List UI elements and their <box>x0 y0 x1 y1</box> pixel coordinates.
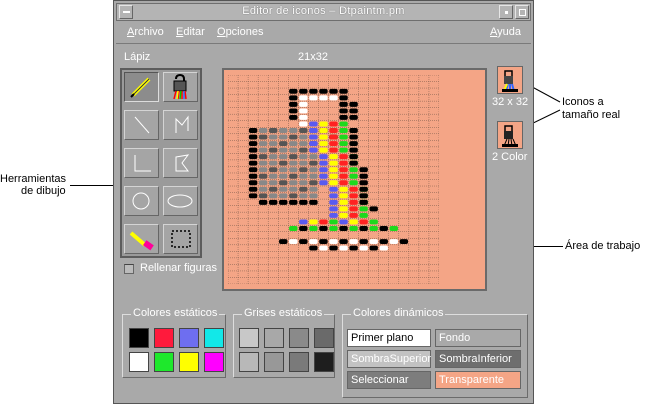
circle-tool-icon[interactable] <box>124 186 159 216</box>
dynamic-color-button[interactable]: Primer plano <box>347 329 431 347</box>
static-grays-label: Grises estáticos <box>242 307 325 319</box>
static-gray-swatch[interactable] <box>264 352 284 372</box>
menu-editar[interactable]: Editar <box>176 26 205 38</box>
dynamic-color-button[interactable]: Fondo <box>435 329 521 347</box>
polygon-tool-icon[interactable] <box>163 148 198 178</box>
menu-opciones[interactable]: Opciones <box>217 26 263 38</box>
paint-bucket-tool-icon[interactable] <box>163 72 198 102</box>
polyline-tool-icon[interactable] <box>163 110 198 140</box>
static-color-swatch[interactable] <box>179 328 199 348</box>
dynamic-color-button[interactable]: Transparente <box>435 371 521 389</box>
annotation-icons-line1: Iconos a <box>562 96 604 108</box>
pencil-tool-icon[interactable] <box>124 72 159 102</box>
preview-2color-icon <box>497 121 523 149</box>
static-color-swatch[interactable] <box>154 328 174 348</box>
icon-size-label: 21x32 <box>298 51 328 63</box>
static-color-swatch[interactable] <box>129 352 149 372</box>
preview-32x32-icon <box>497 66 523 94</box>
drawing-tools-palette <box>120 68 202 258</box>
static-gray-swatch[interactable] <box>289 328 309 348</box>
preview-color-label: 2 Color <box>492 151 528 163</box>
current-tool-label: Lápiz <box>124 51 151 63</box>
static-color-swatch[interactable] <box>204 328 224 348</box>
static-gray-swatch[interactable] <box>314 328 334 348</box>
select-tool-icon[interactable] <box>163 224 198 254</box>
annotation-tools-line1: Herramientas <box>0 173 67 185</box>
dynamic-color-button[interactable]: SombraInferior <box>435 350 521 368</box>
rectangle-tool-icon[interactable] <box>124 148 159 178</box>
maximize-button[interactable] <box>515 5 529 19</box>
work-area-canvas[interactable] <box>228 75 439 284</box>
static-color-swatch[interactable] <box>129 328 149 348</box>
annotation-icons-line2: tamaño real <box>562 109 621 121</box>
static-color-swatch[interactable] <box>204 352 224 372</box>
menu-bar: Archivo Editar Opciones Ayuda <box>116 23 531 44</box>
dynamic-colors-label: Colores dinámicos <box>351 307 446 319</box>
menu-ayuda[interactable]: Ayuda <box>490 26 521 38</box>
minimize-button[interactable] <box>499 5 513 19</box>
line-tool-icon[interactable] <box>124 110 159 140</box>
annotation-tools-line2: de dibujo <box>21 185 66 197</box>
preview-size-label: 32 x 32 <box>492 96 529 108</box>
static-color-swatch[interactable] <box>154 352 174 372</box>
static-gray-swatch[interactable] <box>239 352 259 372</box>
eraser-tool-icon[interactable] <box>124 224 159 254</box>
title-bar[interactable]: Editor de iconos – Dtpaintm.pm <box>116 3 531 21</box>
static-gray-swatch[interactable] <box>314 352 334 372</box>
dynamic-color-button[interactable]: Seleccionar <box>347 371 431 389</box>
static-colors-label: Colores estáticos <box>131 307 220 319</box>
window-title: Editor de iconos – Dtpaintm.pm <box>242 5 405 17</box>
static-gray-swatch[interactable] <box>264 328 284 348</box>
static-gray-swatch[interactable] <box>289 352 309 372</box>
dynamic-color-button[interactable]: SombraSuperior <box>347 350 431 368</box>
static-color-swatch[interactable] <box>179 352 199 372</box>
static-gray-swatch[interactable] <box>239 328 259 348</box>
annotation-work-area: Área de trabajo <box>565 240 641 252</box>
ellipse-tool-icon[interactable] <box>163 186 198 216</box>
fill-shapes-label: Rellenar figuras <box>140 262 218 274</box>
fill-shapes-checkbox[interactable] <box>124 264 134 274</box>
menu-archivo[interactable]: Archivo <box>127 26 164 38</box>
